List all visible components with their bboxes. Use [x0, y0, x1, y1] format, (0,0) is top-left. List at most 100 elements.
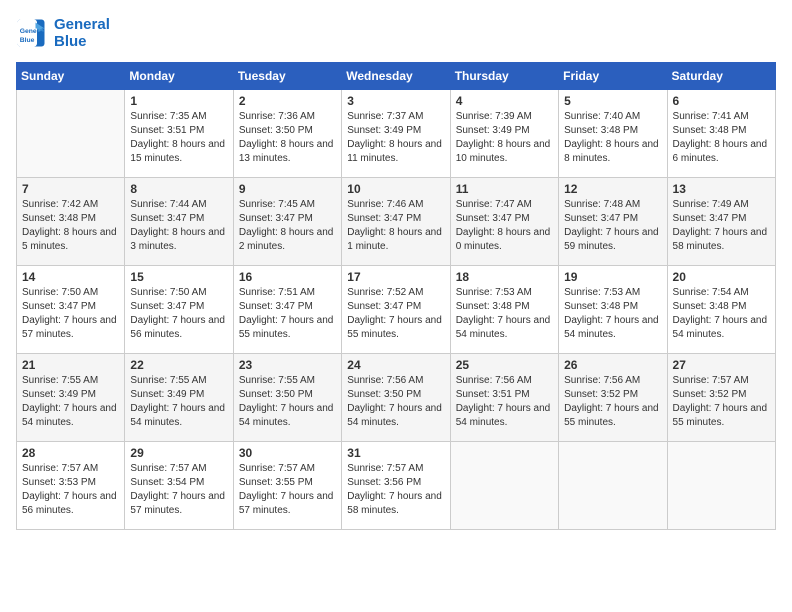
day-number: 11 — [456, 182, 553, 196]
day-info: Sunrise: 7:35 AMSunset: 3:51 PMDaylight:… — [130, 110, 227, 166]
day-number: 27 — [673, 358, 770, 372]
day-number: 5 — [564, 94, 661, 108]
calendar-cell: 11Sunrise: 7:47 AMSunset: 3:47 PMDayligh… — [450, 178, 558, 266]
svg-text:Blue: Blue — [20, 37, 35, 44]
day-info: Sunrise: 7:57 AMSunset: 3:52 PMDaylight:… — [673, 374, 770, 430]
calendar-cell: 27 Sunrise: 7:57 AMSunset: 3:52 PMDayligh… — [667, 354, 775, 442]
day-number: 28 — [22, 446, 119, 460]
calendar-cell: 19 Sunrise: 7:53 AMSunset: 3:48 PMDayligh… — [559, 266, 667, 354]
column-header-sunday: Sunday — [17, 63, 125, 90]
calendar-cell: 9 Sunrise: 7:45 AMSunset: 3:47 PMDaylight… — [233, 178, 341, 266]
calendar-cell: 10Sunrise: 7:46 AMSunset: 3:47 PMDayligh… — [342, 178, 450, 266]
week-row-5: 28 Sunrise: 7:57 AMSunset: 3:53 PMDayligh… — [17, 442, 776, 530]
day-number: 12 — [564, 182, 661, 196]
week-row-2: 7Sunrise: 7:42 AMSunset: 3:48 PMDaylight… — [17, 178, 776, 266]
week-row-1: 1 Sunrise: 7:35 AMSunset: 3:51 PMDaylight… — [17, 90, 776, 178]
calendar-cell: 14Sunrise: 7:50 AMSunset: 3:47 PMDayligh… — [17, 266, 125, 354]
day-number: 1 — [130, 94, 227, 108]
calendar-cell: 15 Sunrise: 7:50 AMSunset: 3:47 PMDayligh… — [125, 266, 233, 354]
calendar-cell: 31 Sunrise: 7:57 AMSunset: 3:56 PMDayligh… — [342, 442, 450, 530]
day-info: Sunrise: 7:51 AMSunset: 3:47 PMDaylight:… — [239, 286, 336, 342]
day-info: Sunrise: 7:37 AMSunset: 3:49 PMDaylight:… — [347, 110, 444, 166]
day-info: Sunrise: 7:56 AMSunset: 3:52 PMDaylight:… — [564, 374, 661, 430]
calendar-cell: 20 Sunrise: 7:54 AMSunset: 3:48 PMDayligh… — [667, 266, 775, 354]
day-number: 19 — [564, 270, 661, 284]
day-info: Sunrise: 7:48 AMSunset: 3:47 PMDaylight:… — [564, 198, 661, 254]
day-info: Sunrise: 7:50 AMSunset: 3:47 PMDaylight:… — [130, 286, 227, 342]
column-header-wednesday: Wednesday — [342, 63, 450, 90]
calendar-cell: 25Sunrise: 7:56 AMSunset: 3:51 PMDayligh… — [450, 354, 558, 442]
day-number: 31 — [347, 446, 444, 460]
logo: General Blue General Blue — [16, 16, 110, 50]
calendar-cell: 12 Sunrise: 7:48 AMSunset: 3:47 PMDayligh… — [559, 178, 667, 266]
day-number: 8 — [130, 182, 227, 196]
calendar-cell: 6 Sunrise: 7:41 AMSunset: 3:48 PMDaylight… — [667, 90, 775, 178]
page-header: General Blue General Blue — [16, 16, 776, 50]
column-header-monday: Monday — [125, 63, 233, 90]
day-info: Sunrise: 7:36 AMSunset: 3:50 PMDaylight:… — [239, 110, 336, 166]
week-row-3: 14 Sunrise: 7:50 AMSunset: 3:47 PMDayligh… — [17, 266, 776, 354]
day-number: 22 — [130, 358, 227, 372]
day-info: Sunrise: 7:56 AMSunset: 3:50 PMDaylight:… — [347, 374, 444, 430]
column-header-thursday: Thursday — [450, 63, 558, 90]
day-info: Sunrise: 7:57 AMSunset: 3:56 PMDaylight:… — [347, 462, 444, 518]
day-info: Sunrise: 7:57 AMSunset: 3:54 PMDaylight:… — [130, 462, 227, 518]
day-number: 15 — [130, 270, 227, 284]
calendar-cell: 22Sunrise: 7:55 AMSunset: 3:49 PMDayligh… — [125, 354, 233, 442]
day-info: Sunrise: 7:41 AMSunset: 3:48 PMDaylight:… — [673, 110, 770, 166]
calendar-cell — [667, 442, 775, 530]
calendar-cell: 3 Sunrise: 7:37 AMSunset: 3:49 PMDaylight… — [342, 90, 450, 178]
calendar-cell: 30 Sunrise: 7:57 AMSunset: 3:55 PMDayligh… — [233, 442, 341, 530]
calendar-cell: 1 Sunrise: 7:35 AMSunset: 3:51 PMDaylight… — [125, 90, 233, 178]
day-number: 18 — [456, 270, 553, 284]
calendar-cell: 28 Sunrise: 7:57 AMSunset: 3:53 PMDayligh… — [17, 442, 125, 530]
day-info: Sunrise: 7:53 AMSunset: 3:48 PMDaylight:… — [456, 286, 553, 342]
day-info: Sunrise: 7:40 AMSunset: 3:48 PMDaylight:… — [564, 110, 661, 166]
day-number: 6 — [673, 94, 770, 108]
column-header-saturday: Saturday — [667, 63, 775, 90]
week-row-4: 21 Sunrise: 7:55 AMSunset: 3:49 PMDayligh… — [17, 354, 776, 442]
calendar-cell: 5 Sunrise: 7:40 AMSunset: 3:48 PMDaylight… — [559, 90, 667, 178]
calendar-cell: 18 Sunrise: 7:53 AMSunset: 3:48 PMDayligh… — [450, 266, 558, 354]
day-number: 13 — [673, 182, 770, 196]
day-info: Sunrise: 7:57 AMSunset: 3:55 PMDaylight:… — [239, 462, 336, 518]
day-info: Sunrise: 7:54 AMSunset: 3:48 PMDaylight:… — [673, 286, 770, 342]
header-row: SundayMondayTuesdayWednesdayThursdayFrid… — [17, 63, 776, 90]
calendar-cell: 16Sunrise: 7:51 AMSunset: 3:47 PMDayligh… — [233, 266, 341, 354]
day-info: Sunrise: 7:53 AMSunset: 3:48 PMDaylight:… — [564, 286, 661, 342]
calendar-cell — [450, 442, 558, 530]
calendar-cell: 26Sunrise: 7:56 AMSunset: 3:52 PMDayligh… — [559, 354, 667, 442]
day-info: Sunrise: 7:39 AMSunset: 3:49 PMDaylight:… — [456, 110, 553, 166]
day-info: Sunrise: 7:57 AMSunset: 3:53 PMDaylight:… — [22, 462, 119, 518]
day-number: 21 — [22, 358, 119, 372]
calendar-cell: 29 Sunrise: 7:57 AMSunset: 3:54 PMDayligh… — [125, 442, 233, 530]
day-number: 20 — [673, 270, 770, 284]
calendar-cell — [17, 90, 125, 178]
calendar-cell: 24 Sunrise: 7:56 AMSunset: 3:50 PMDayligh… — [342, 354, 450, 442]
day-number: 30 — [239, 446, 336, 460]
column-header-friday: Friday — [559, 63, 667, 90]
day-number: 17 — [347, 270, 444, 284]
calendar-cell: 2Sunrise: 7:36 AMSunset: 3:50 PMDaylight… — [233, 90, 341, 178]
calendar-cell — [559, 442, 667, 530]
calendar-table: SundayMondayTuesdayWednesdayThursdayFrid… — [16, 62, 776, 530]
calendar-cell: 17Sunrise: 7:52 AMSunset: 3:47 PMDayligh… — [342, 266, 450, 354]
logo-icon: General Blue — [16, 18, 46, 48]
day-number: 24 — [347, 358, 444, 372]
logo-text-general: General — [54, 16, 110, 33]
day-info: Sunrise: 7:55 AMSunset: 3:49 PMDaylight:… — [22, 374, 119, 430]
day-number: 3 — [347, 94, 444, 108]
day-info: Sunrise: 7:49 AMSunset: 3:47 PMDaylight:… — [673, 198, 770, 254]
calendar-cell: 8 Sunrise: 7:44 AMSunset: 3:47 PMDaylight… — [125, 178, 233, 266]
calendar-cell: 4Sunrise: 7:39 AMSunset: 3:49 PMDaylight… — [450, 90, 558, 178]
day-info: Sunrise: 7:44 AMSunset: 3:47 PMDaylight:… — [130, 198, 227, 254]
day-info: Sunrise: 7:46 AMSunset: 3:47 PMDaylight:… — [347, 198, 444, 254]
day-info: Sunrise: 7:45 AMSunset: 3:47 PMDaylight:… — [239, 198, 336, 254]
day-number: 14 — [22, 270, 119, 284]
calendar-cell: 13 Sunrise: 7:49 AMSunset: 3:47 PMDayligh… — [667, 178, 775, 266]
calendar-cell: 21 Sunrise: 7:55 AMSunset: 3:49 PMDayligh… — [17, 354, 125, 442]
day-number: 9 — [239, 182, 336, 196]
day-number: 29 — [130, 446, 227, 460]
day-info: Sunrise: 7:42 AMSunset: 3:48 PMDaylight:… — [22, 198, 119, 254]
day-number: 25 — [456, 358, 553, 372]
